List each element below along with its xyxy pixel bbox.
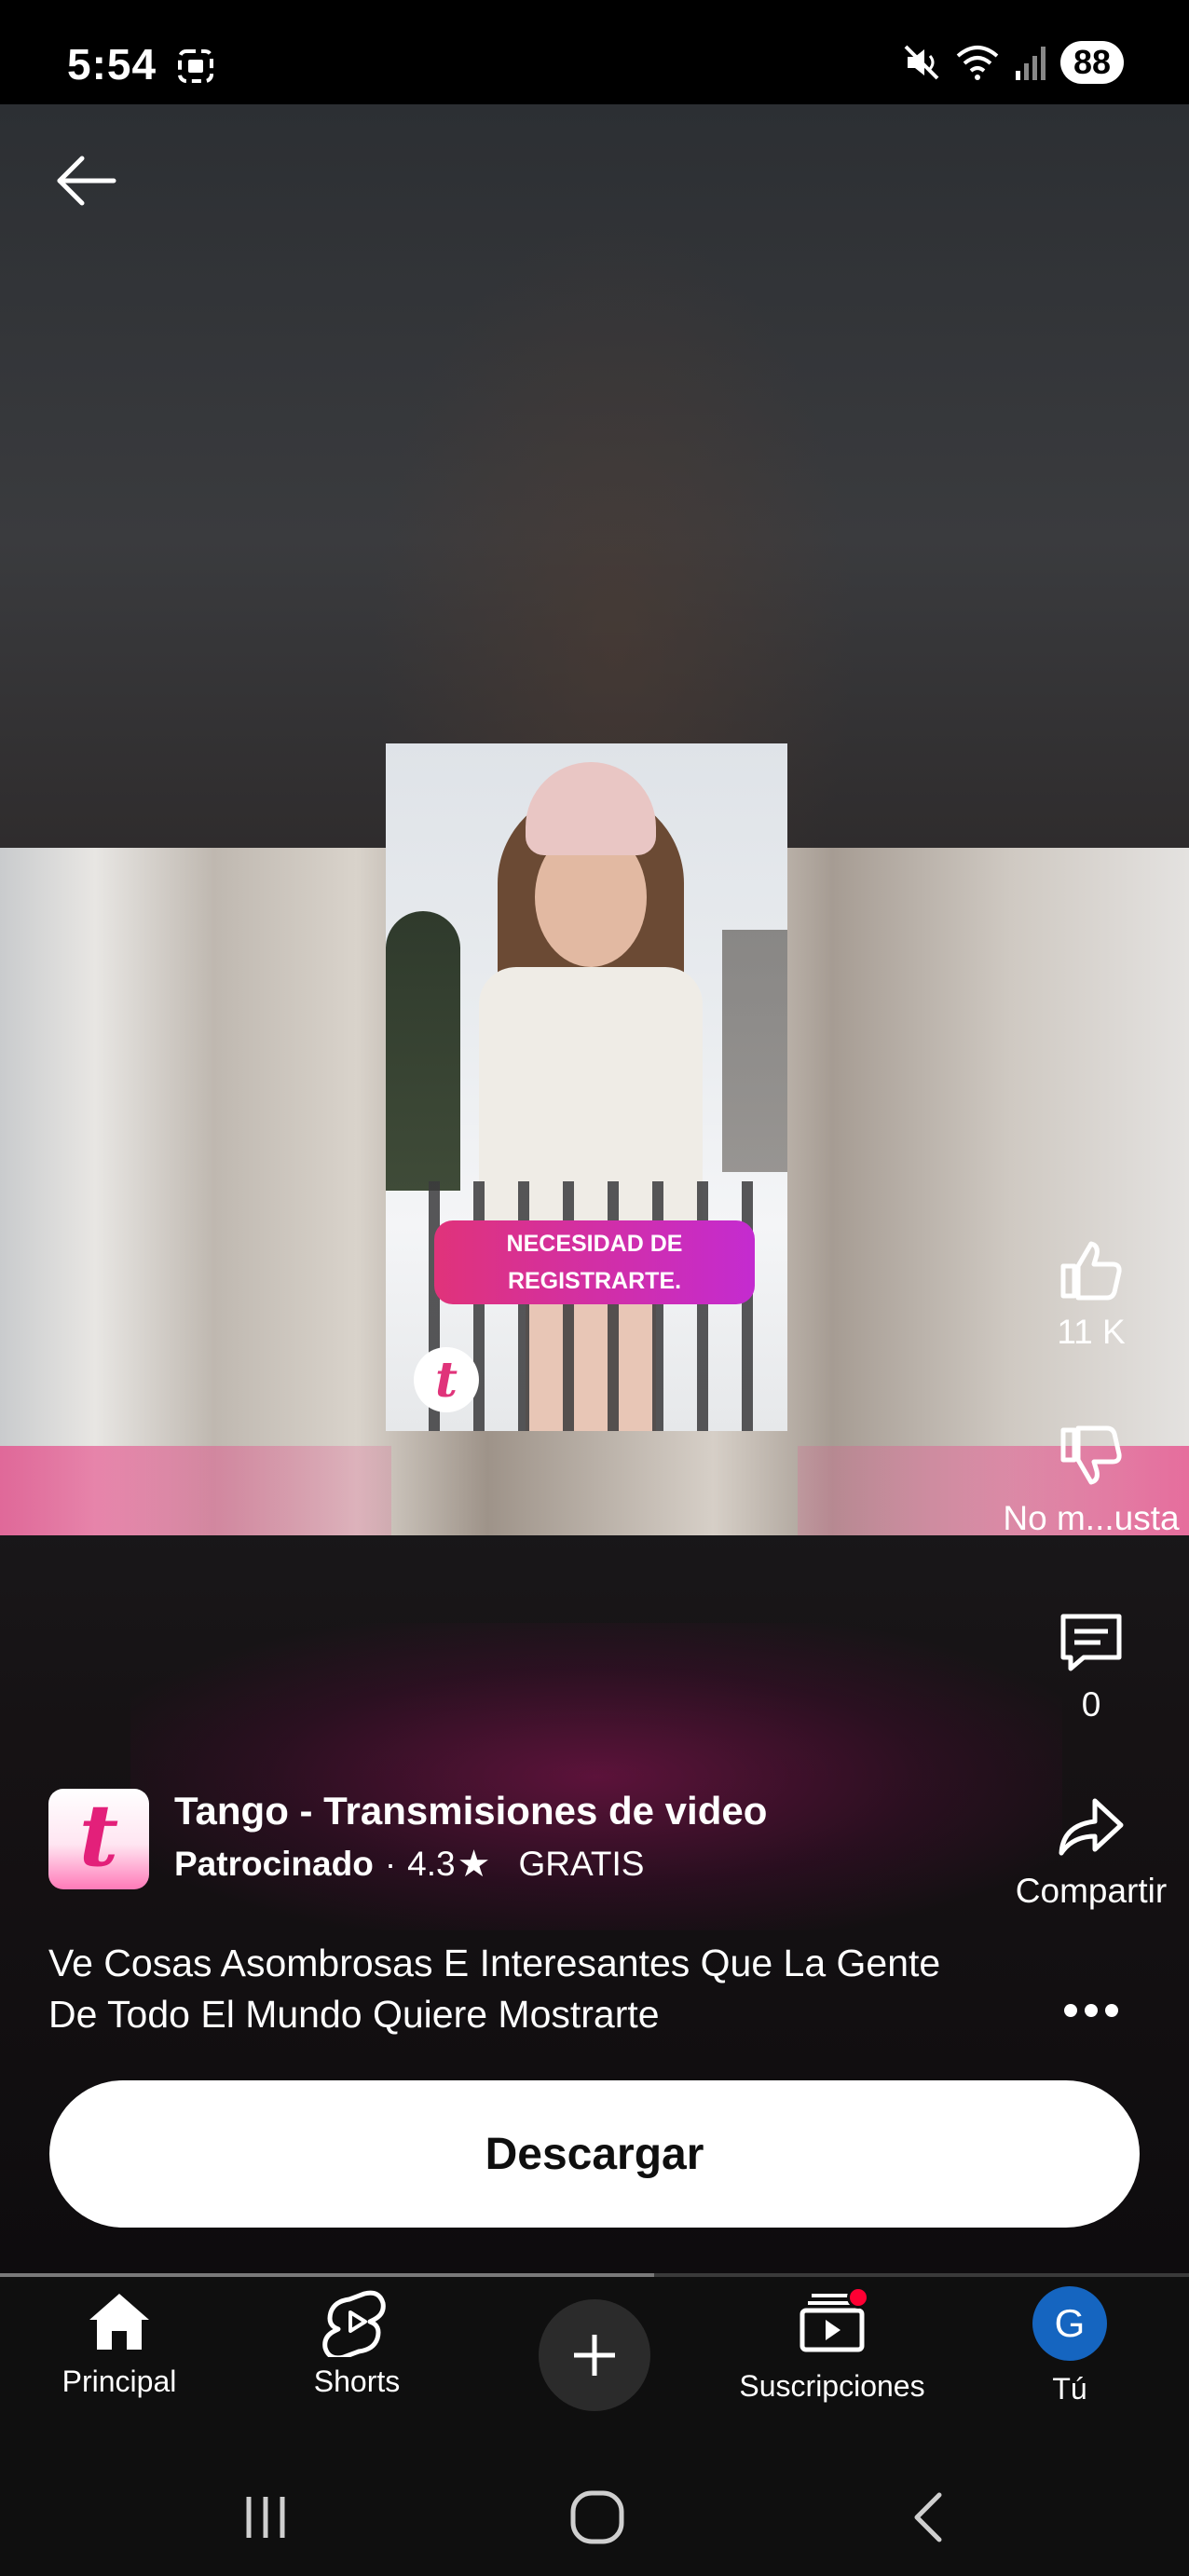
download-button[interactable]: Descargar — [49, 2080, 1140, 2228]
thumbs-up-icon — [1060, 1241, 1122, 1301]
home-icon — [89, 2294, 149, 2350]
recent-apps-icon — [246, 2497, 285, 2538]
tree-shape — [386, 911, 460, 1191]
comment-icon — [1060, 1614, 1122, 1671]
tango-app-icon[interactable]: t — [48, 1789, 149, 1889]
create-button[interactable] — [539, 2299, 650, 2411]
comment-count: 0 — [1081, 1685, 1101, 1724]
avatar: G — [1032, 2286, 1107, 2361]
tree-shape — [722, 930, 787, 1172]
ad-video-frame[interactable]: NECESIDAD DE REGISTRARTE. t — [386, 743, 787, 1431]
nav-you[interactable]: G Tú — [958, 2286, 1182, 2406]
nav-subscriptions[interactable]: Suscripciones — [720, 2286, 944, 2404]
nav-shorts-label: Shorts — [313, 2365, 401, 2398]
home-circle-icon — [570, 2490, 624, 2544]
plus-icon — [574, 2335, 615, 2376]
person-hat — [526, 762, 656, 855]
like-button[interactable]: 11 K — [993, 1234, 1189, 1352]
ad-meta: Patrocinado · 4.3 ★ GRATIS — [174, 1843, 644, 1886]
chevron-left-icon — [914, 2492, 942, 2542]
dislike-button[interactable]: No m...usta — [993, 1421, 1189, 1538]
video-caption-text: NECESIDAD DE REGISTRARTE. — [506, 1231, 683, 1294]
system-navigation-bar — [0, 2443, 1189, 2576]
more-options-button[interactable] — [993, 1975, 1189, 2046]
tango-app-icon-letter: t — [78, 1789, 119, 1886]
tango-watermark-logo: t — [414, 1347, 479, 1412]
recent-apps-button[interactable] — [228, 2480, 303, 2555]
ad-app-title[interactable]: Tango - Transmisiones de video — [174, 1789, 767, 1833]
nav-you-label: Tú — [1052, 2372, 1087, 2406]
dislike-label: No m...usta — [1003, 1499, 1180, 1537]
back-arrow-icon[interactable] — [52, 147, 119, 214]
thumbs-down-icon — [1060, 1425, 1122, 1485]
back-system-button[interactable] — [893, 2480, 967, 2555]
more-horizontal-icon — [1064, 2004, 1118, 2017]
ad-description: Ve Cosas Asombrosas E Interesantes Que L… — [48, 1942, 941, 2036]
comments-button[interactable]: 0 — [993, 1607, 1189, 1724]
share-label: Compartir — [1015, 1872, 1168, 1910]
app-price: GRATIS — [518, 1845, 645, 1883]
tango-watermark-letter: t — [434, 1351, 458, 1409]
status-time: 5:54 — [67, 40, 157, 89]
share-icon — [1059, 1798, 1124, 1856]
nav-shorts[interactable]: Shorts — [245, 2286, 469, 2399]
nav-home-label: Principal — [62, 2365, 177, 2398]
meta-separator: · — [384, 1845, 397, 1883]
nav-home[interactable]: Principal — [7, 2286, 231, 2399]
home-system-button[interactable] — [560, 2480, 635, 2555]
app-rating: 4.3 — [407, 1845, 456, 1883]
shorts-icon — [322, 2290, 386, 2357]
sponsored-label: Patrocinado — [174, 1845, 374, 1883]
nav-subscriptions-label: Suscripciones — [739, 2369, 925, 2403]
band-glow-left — [0, 1446, 391, 1535]
screenshot-icon — [178, 49, 213, 83]
share-button[interactable]: Compartir — [993, 1793, 1189, 1911]
bottom-navigation: Principal Shorts Suscripciones G Tú — [0, 2277, 1189, 2443]
like-count: 11 K — [1057, 1313, 1126, 1351]
video-caption-banner: NECESIDAD DE REGISTRARTE. — [434, 1220, 755, 1304]
star-icon: ★ — [457, 1844, 491, 1885]
new-content-dot — [847, 2286, 869, 2309]
mute-icon — [904, 45, 939, 80]
